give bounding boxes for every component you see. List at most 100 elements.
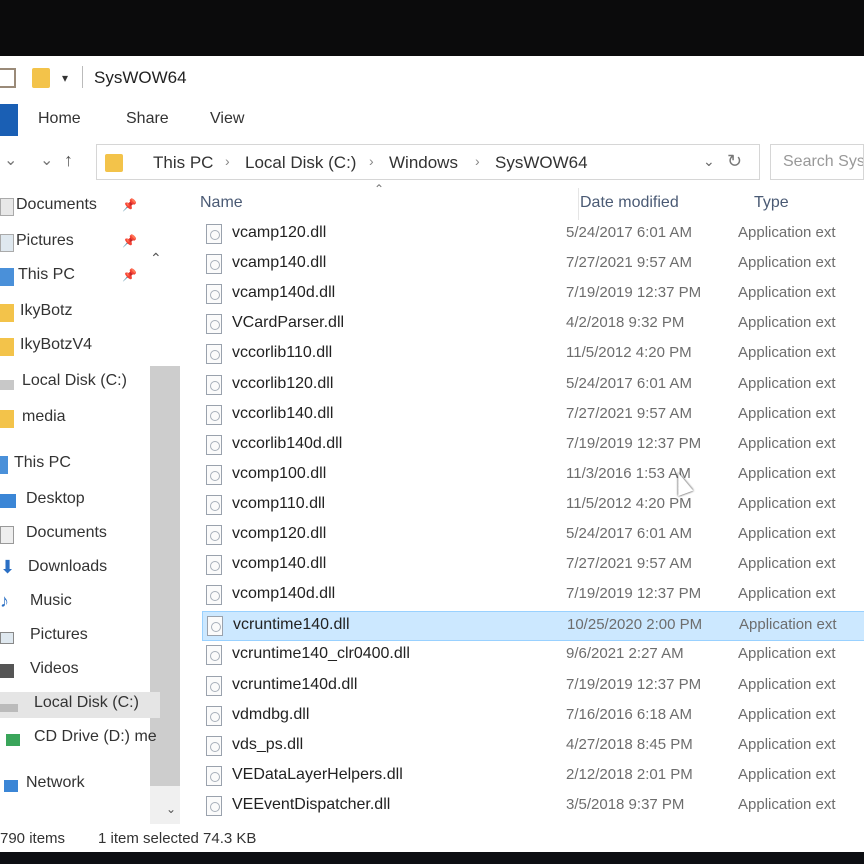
file-name[interactable]: vccorlib120.dll [232,375,333,393]
file-name[interactable]: vcomp100.dll [232,465,326,483]
file-tab[interactable] [0,104,18,136]
nav-item-desktop[interactable]: Desktop [0,488,160,514]
nav-item-pictures-quick[interactable]: Pictures 📌 [0,230,160,256]
pin-icon[interactable]: 📌 [122,268,137,282]
file-row[interactable]: vcruntime140.dll 10/25/2020 2:00 PM Applic… [202,611,864,642]
breadcrumb-local-disk[interactable]: Local Disk (C:) [245,153,356,173]
file-date-modified: 5/24/2017 6:01 AM [566,224,692,241]
file-name[interactable]: vccorlib110.dll [232,344,332,362]
file-name[interactable]: VEEventDispatcher.dll [232,796,390,814]
file-type: Application ext [738,494,836,512]
scroll-down-chevron-icon[interactable]: ⌄ [166,802,176,816]
tab-share[interactable]: Share [126,110,169,128]
dll-file-icon [206,585,222,606]
file-name[interactable]: vcamp140.dll [232,254,326,272]
nav-item-ikybotz[interactable]: IkyBotz [0,300,160,326]
breadcrumb-windows[interactable]: Windows [389,153,458,173]
column-header-type[interactable]: Type [754,194,789,212]
nav-item-network[interactable]: Network [0,772,160,798]
dll-file-icon [206,314,222,335]
back-arrow-icon[interactable]: ⌄ [4,150,17,170]
file-date-modified: 7/27/2021 9:57 AM [566,254,692,272]
file-row[interactable]: vcamp120.dll 5/24/2017 6:01 AM Application… [202,220,864,250]
file-row[interactable]: vcomp110.dll 11/5/2012 4:20 PM Application… [202,491,864,521]
address-bar[interactable]: This PC › Local Disk (C:) › Windows › Sy… [96,144,760,180]
nav-item-pictures[interactable]: Pictures [0,624,160,650]
nav-item-ikybotzv4[interactable]: IkyBotzV4 [0,334,160,360]
nav-item-documents[interactable]: Documents [0,522,160,548]
pin-icon[interactable]: 📌 [122,234,137,248]
taskbar-edge [0,852,864,864]
breadcrumb-separator-icon[interactable]: › [475,153,480,169]
nav-item-videos[interactable]: Videos [0,658,160,684]
file-type: Application ext [738,705,836,723]
breadcrumb-syswow64[interactable]: SysWOW64 [495,153,588,173]
file-row[interactable]: vdmdbg.dll 7/16/2016 6:18 AM Application e… [202,702,864,732]
pc-icon [0,268,14,286]
recent-locations-icon[interactable]: ⌄ [40,150,53,170]
nav-item-this-pc-quick[interactable]: This PC 📌 [0,264,160,290]
breadcrumb-separator-icon[interactable]: › [369,153,374,169]
pin-icon[interactable]: 📌 [122,198,137,212]
dll-file-icon [206,224,222,244]
nav-item-documents-quick[interactable]: Documents 📌 [0,194,160,220]
folder-icon [0,410,14,428]
file-row[interactable]: vcamp140.dll 7/27/2021 9:57 AM Application… [202,250,864,280]
file-name[interactable]: vcomp120.dll [232,525,326,543]
file-name[interactable]: vcomp140d.dll [232,585,335,603]
file-row[interactable]: VEDataLayerHelpers.dll 2/12/2018 2:01 PM A… [202,762,864,792]
file-row[interactable]: vcamp140d.dll 7/19/2019 12:37 PM Applicati… [202,280,864,310]
properties-icon[interactable] [0,68,16,88]
tab-home[interactable]: Home [38,110,81,128]
file-row[interactable]: VEEventDispatcher.dll 3/5/2018 9:37 PM App… [202,792,864,822]
nav-item-media[interactable]: media [0,406,160,432]
file-row[interactable]: vcomp100.dll 11/3/2016 1:53 AM Application… [202,461,864,491]
file-row[interactable]: vccorlib140d.dll 7/19/2019 12:37 PM Applic… [202,431,864,461]
nav-item-downloads[interactable]: ⬇ Downloads [0,556,160,582]
nav-item-local-disk-quick[interactable]: Local Disk (C:) [0,370,160,396]
folder-icon [0,338,14,356]
file-name[interactable]: vcomp110.dll [232,495,325,513]
file-type: Application ext [738,464,836,482]
file-row[interactable]: vcomp120.dll 5/24/2017 6:01 AM Application… [202,521,864,551]
breadcrumb-separator-icon[interactable]: › [225,153,230,169]
file-row[interactable]: vccorlib120.dll 5/24/2017 6:01 AM Applicat… [202,371,864,401]
file-name[interactable]: vcruntime140d.dll [232,676,357,694]
quick-access-dropdown-icon[interactable]: ▾ [58,68,72,88]
file-row[interactable]: vccorlib140.dll 7/27/2021 9:57 AM Applicat… [202,401,864,431]
nav-item-this-pc[interactable]: This PC [0,452,160,478]
file-name[interactable]: vds_ps.dll [232,736,303,754]
file-name[interactable]: vcamp120.dll [232,224,326,242]
dll-file-icon [206,374,222,395]
search-input[interactable]: Search SysWOW64 [770,144,864,180]
file-row[interactable]: VCardParser.dll 4/2/2018 9:32 PM Applicati… [202,310,864,340]
breadcrumb-this-pc[interactable]: This PC [153,153,213,173]
file-name[interactable]: vccorlib140.dll [232,405,333,423]
file-row[interactable]: vcruntime140_clr0400.dll 9/6/2021 2:27 AM… [202,641,864,671]
file-row[interactable]: vcomp140d.dll 7/19/2019 12:37 PM Applicati… [202,581,864,611]
refresh-icon[interactable]: ↻ [727,151,742,172]
address-dropdown-icon[interactable]: ⌄ [703,153,715,170]
file-row[interactable]: vcomp140.dll 7/27/2021 9:57 AM Application… [202,551,864,581]
file-name[interactable]: vccorlib140d.dll [232,435,342,453]
nav-item-cd-drive[interactable]: CD Drive (D:) me [0,726,160,752]
file-row[interactable]: vcruntime140d.dll 7/19/2019 12:37 PM Appli… [202,672,864,702]
file-name[interactable]: vcruntime140.dll [233,616,350,634]
column-header-name[interactable]: Name [200,194,243,212]
file-name[interactable]: VCardParser.dll [232,314,344,332]
file-row[interactable]: vccorlib110.dll 11/5/2012 4:20 PM Applicat… [202,340,864,370]
file-row[interactable]: vds_ps.dll 4/27/2018 8:45 PM Application e… [202,732,864,762]
column-divider[interactable] [578,188,579,220]
folder-icon[interactable] [32,68,50,88]
tab-view[interactable]: View [210,110,244,128]
nav-item-local-disk[interactable]: Local Disk (C:) [0,692,160,718]
column-header-date[interactable]: Date modified [580,194,679,212]
file-name[interactable]: vdmdbg.dll [232,706,309,724]
file-name[interactable]: vcomp140.dll [232,555,326,573]
file-name[interactable]: VEDataLayerHelpers.dll [232,766,403,784]
file-name[interactable]: vcamp140d.dll [232,284,335,302]
file-name[interactable]: vcruntime140_clr0400.dll [232,645,410,663]
up-arrow-icon[interactable]: ↑ [64,150,73,171]
nav-item-music[interactable]: ♪ Music [0,590,160,616]
file-type: Application ext [738,555,836,573]
